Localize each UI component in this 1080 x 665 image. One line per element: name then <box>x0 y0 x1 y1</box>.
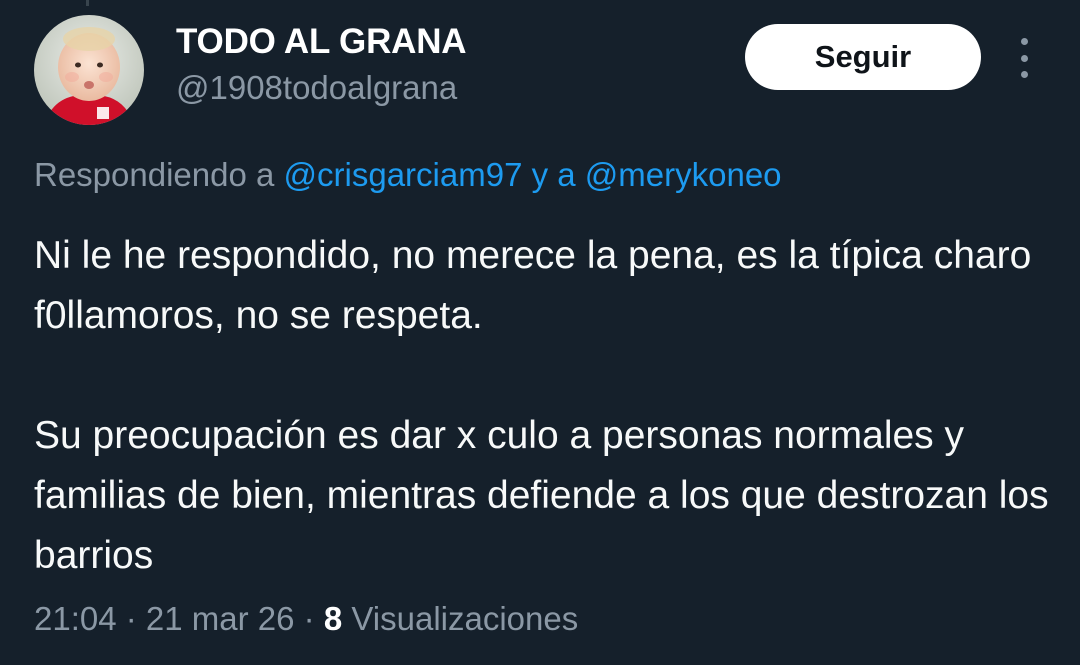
tweet-meta: 21:04 · 21 mar 26 · 8 Visualizaciones <box>34 600 578 638</box>
tweet: TODO AL GRANA @1908todoalgrana Seguir Re… <box>0 0 1080 665</box>
display-name[interactable]: TODO AL GRANA <box>176 22 467 62</box>
tweet-time[interactable]: 21:04 <box>34 600 117 637</box>
more-vertical-icon[interactable] <box>1006 38 1042 78</box>
reply-prefix: Respondiendo a <box>34 156 284 193</box>
follow-button[interactable]: Seguir <box>745 24 981 90</box>
views-count[interactable]: 8 <box>324 600 342 637</box>
avatar-image <box>34 15 144 125</box>
avatar[interactable] <box>34 15 144 125</box>
tweet-paragraph: Su preocupación es dar x culo a personas… <box>34 414 1049 577</box>
tweet-date[interactable]: 21 mar 26 <box>146 600 295 637</box>
reply-context: Respondiendo a @crisgarciam97 y a @meryk… <box>34 156 782 194</box>
thread-connector-line <box>86 0 89 6</box>
meta-separator: · <box>116 600 146 637</box>
reply-conjunction: y a <box>522 156 585 193</box>
user-handle[interactable]: @1908todoalgrana <box>176 68 466 108</box>
meta-separator: · <box>294 600 324 637</box>
more-dot <box>1020 38 1028 45</box>
more-dot <box>1020 71 1028 78</box>
tweet-paragraph: Ni le he respondido, no merece la pena, … <box>34 234 1032 337</box>
mention-link[interactable]: @crisgarciam97 <box>284 156 523 193</box>
more-dot <box>1020 54 1028 62</box>
user-info: TODO AL GRANA @1908todoalgrana <box>176 22 467 108</box>
tweet-text: Ni le he respondido, no merece la pena, … <box>34 226 1054 586</box>
mention-link[interactable]: @merykoneo <box>585 156 782 193</box>
views-label[interactable]: Visualizaciones <box>342 600 578 637</box>
